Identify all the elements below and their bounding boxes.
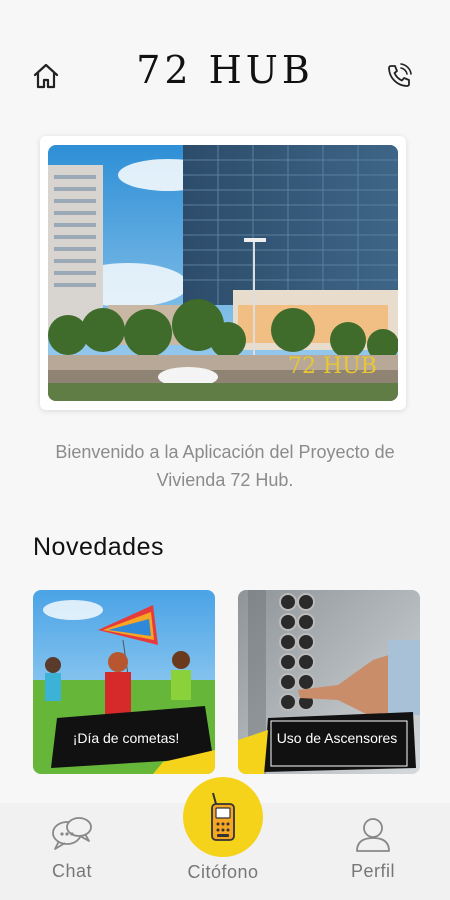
nav-perfil[interactable]: Perfil bbox=[343, 815, 403, 882]
nav-chat-label: Chat bbox=[51, 861, 93, 881]
nav-citofono-label[interactable]: Citófono bbox=[170, 862, 276, 883]
news-label-elevators: Uso de Ascensores bbox=[276, 730, 398, 746]
user-profile-icon bbox=[356, 818, 390, 852]
project-building-image: 72 HUB bbox=[48, 145, 398, 401]
chat-icon bbox=[52, 817, 92, 850]
intercom-phone-icon bbox=[211, 792, 235, 841]
news-card-kites[interactable]: ¡Día de cometas! bbox=[33, 590, 215, 774]
phone-call-icon bbox=[388, 63, 412, 87]
project-hero-card[interactable]: 72 HUB bbox=[40, 136, 406, 410]
news-label-kites: ¡Día de cometas! bbox=[72, 730, 180, 746]
header: 72 HUB bbox=[0, 40, 450, 110]
welcome-text: Bienvenido a la Aplicación del Proyecto … bbox=[55, 442, 395, 490]
call-button[interactable] bbox=[383, 60, 415, 92]
news-section-title: Novedades bbox=[33, 533, 164, 561]
nav-perfil-label: Perfil bbox=[350, 861, 395, 881]
nav-chat[interactable]: Chat bbox=[43, 815, 101, 882]
hero-watermark: 72 HUB bbox=[288, 354, 377, 379]
news-carousel[interactable]: ¡Día de cometas! Uso de Ascensores bbox=[33, 590, 450, 775]
citofono-button[interactable] bbox=[183, 777, 263, 857]
news-card-elevators[interactable]: Uso de Ascensores bbox=[238, 590, 420, 774]
app-screen: 72 HUB 72 HUB Bienvenido a la Aplicación… bbox=[0, 0, 450, 900]
